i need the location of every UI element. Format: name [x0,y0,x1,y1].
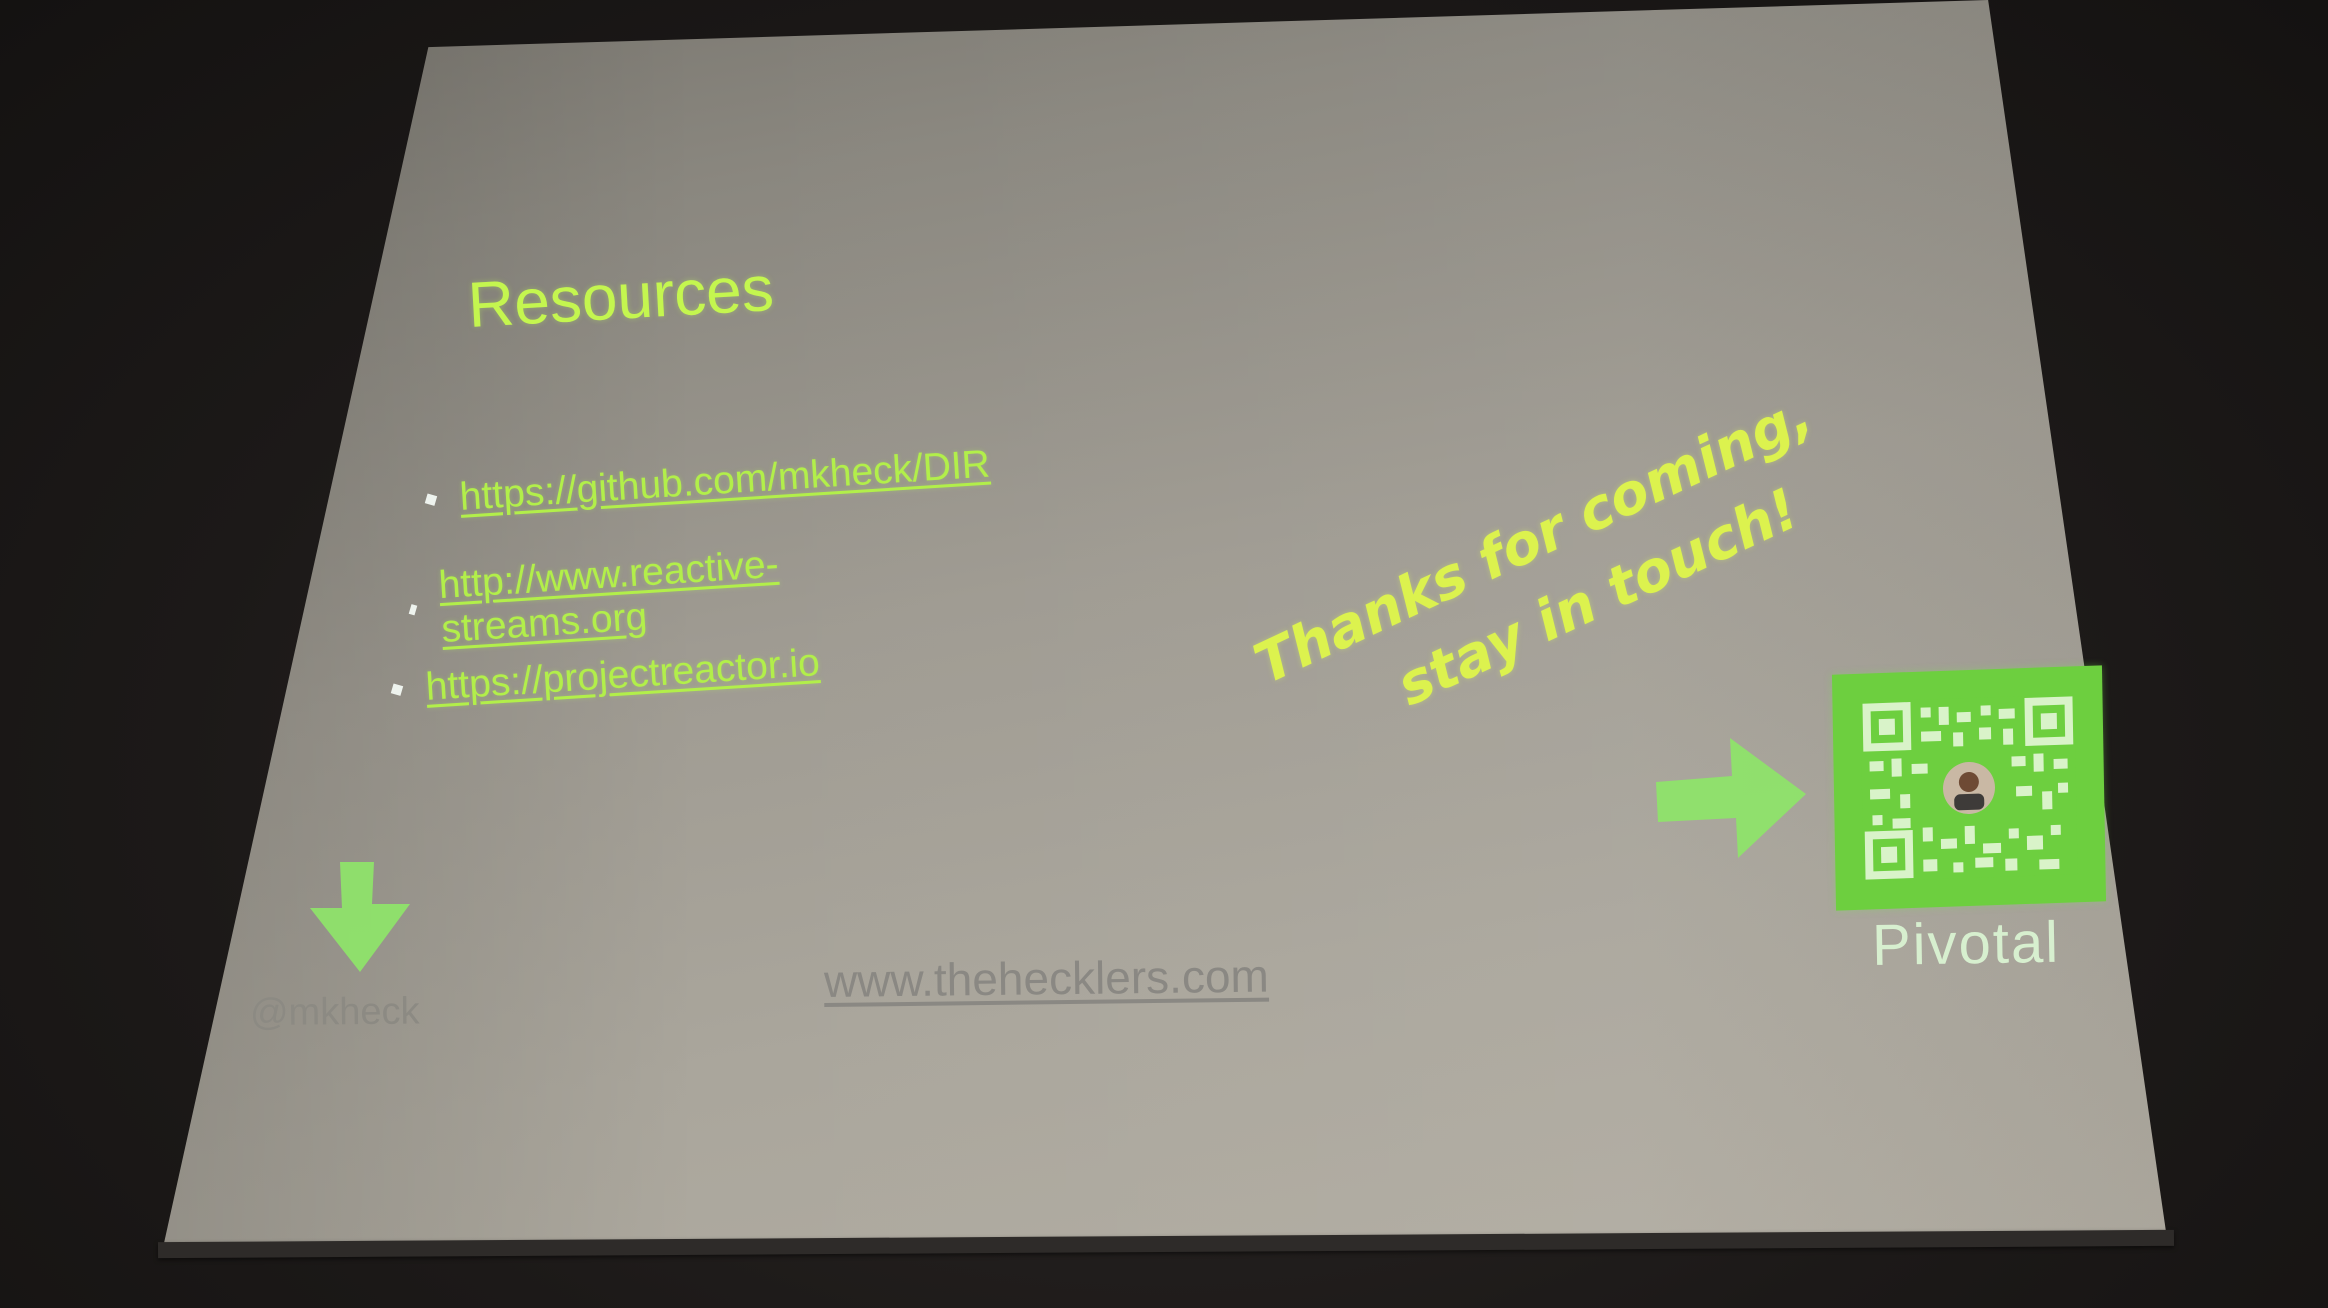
arrow-right-icon [1656,738,1806,858]
website-link[interactable]: www.thehecklers.com [824,949,1269,1008]
pivotal-brand: Pivotal [1871,909,2061,978]
bullet-icon [408,604,418,616]
bullet-icon [390,683,404,696]
bullet-icon [424,493,438,506]
arrow-down-icon [310,862,410,972]
twitter-handle: @mkheck [249,990,420,1034]
qr-pattern [1860,694,2078,882]
qr-code-icon[interactable] [1831,665,2107,911]
